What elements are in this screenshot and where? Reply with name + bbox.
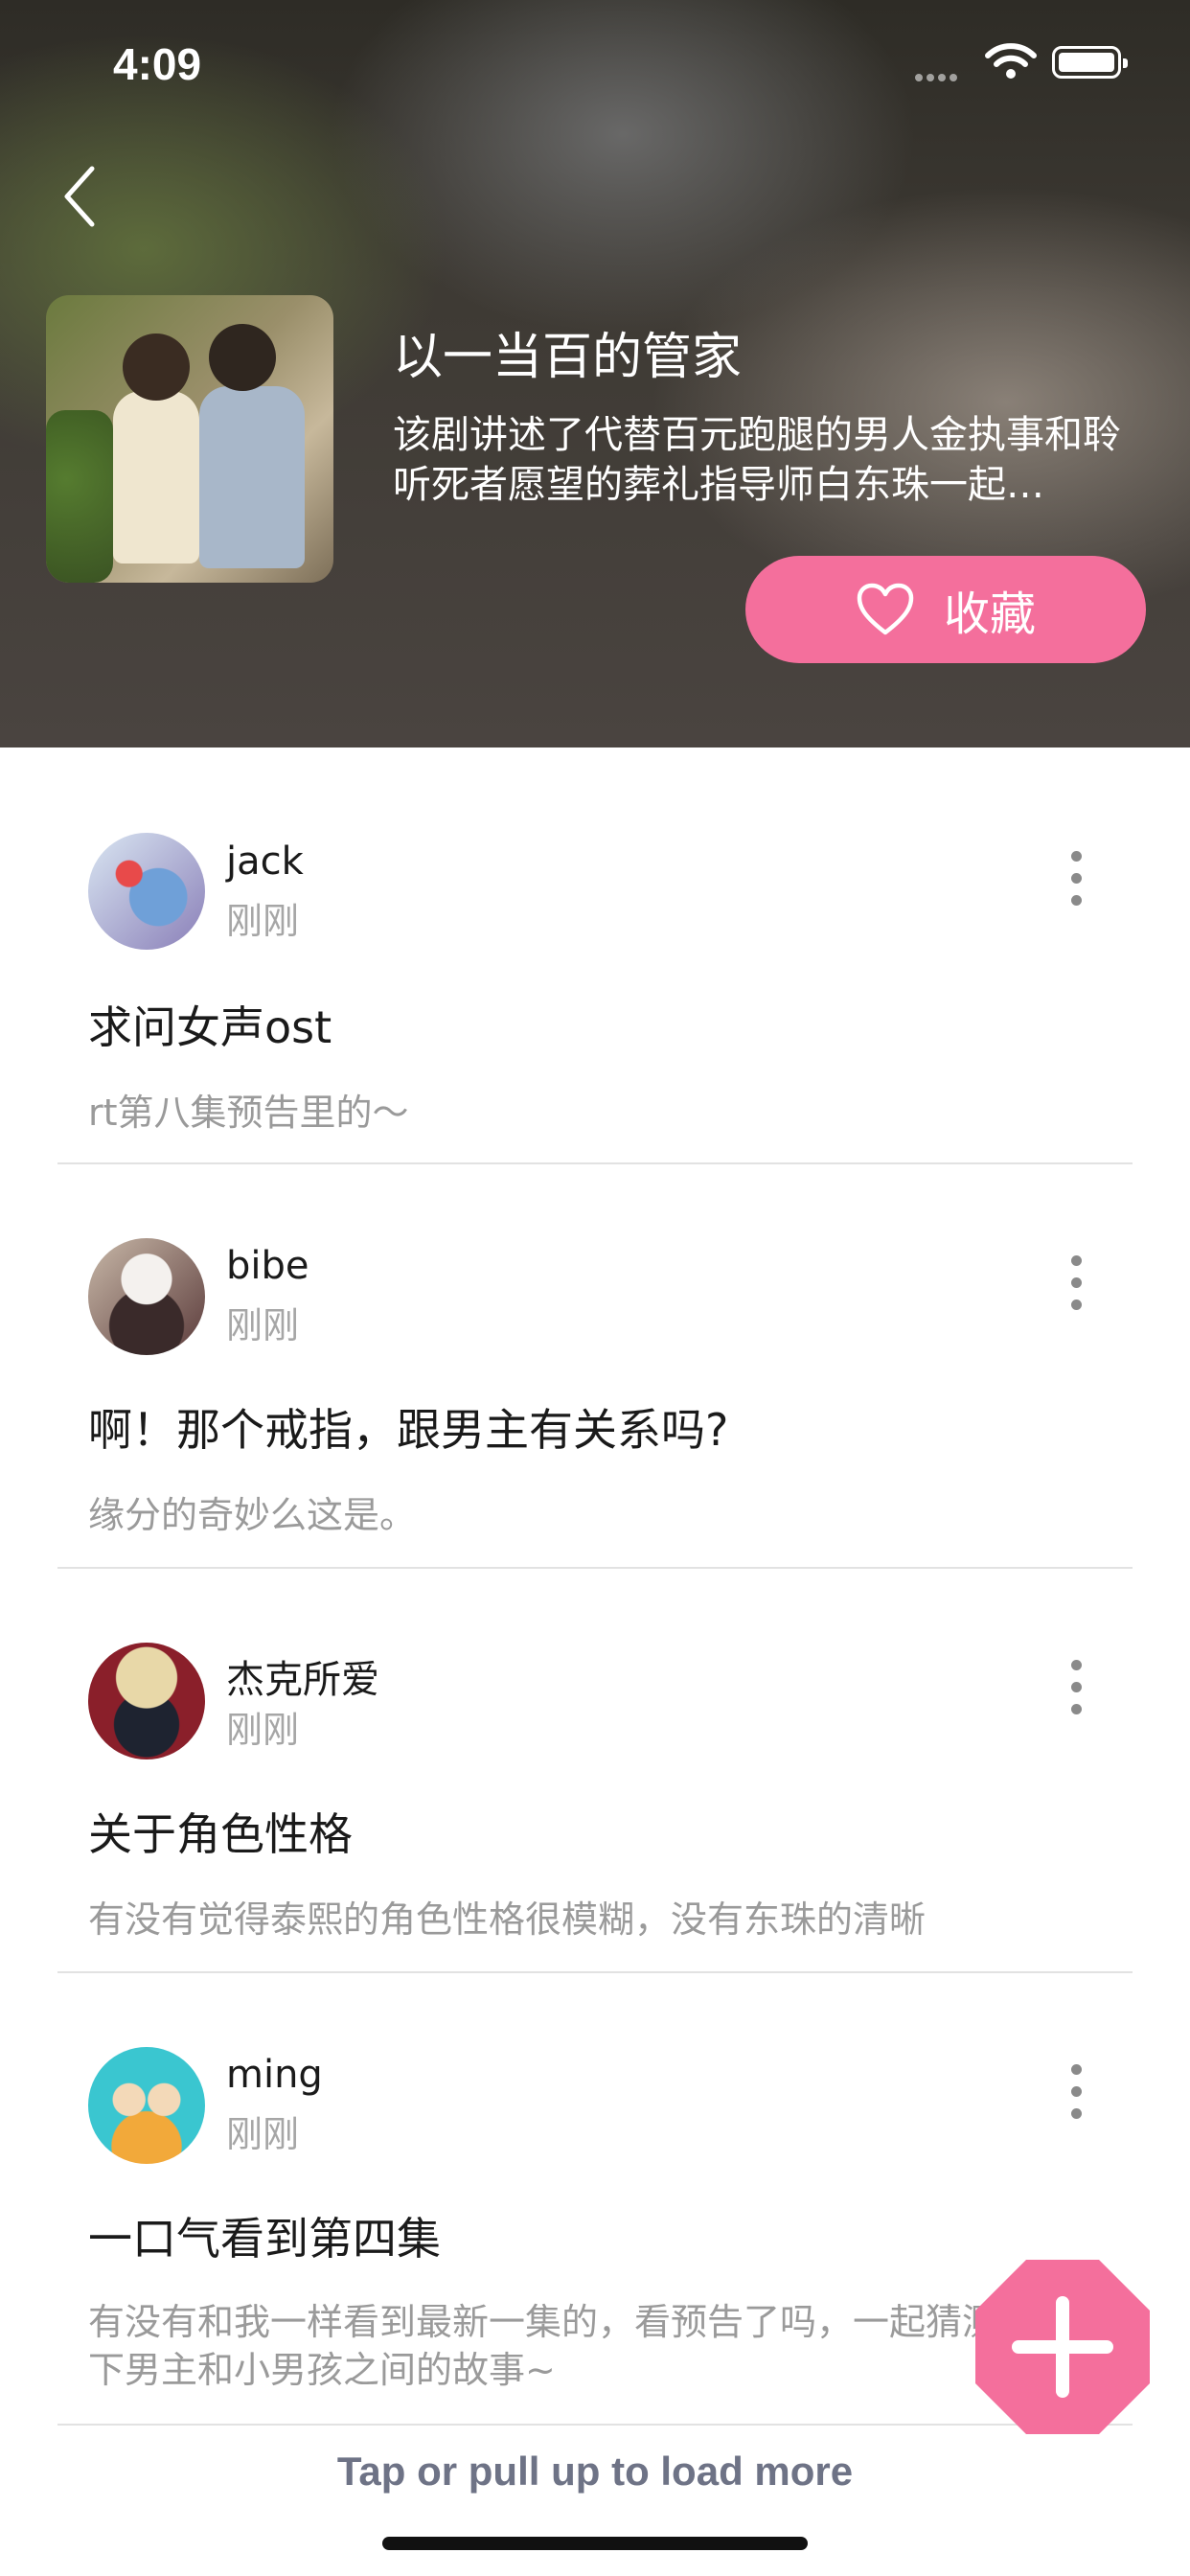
post-body: rt第八集预告里的～ [88,1092,409,1134]
avatar[interactable] [88,833,205,950]
drama-poster[interactable] [46,295,333,583]
divider [57,2424,1133,2426]
heart-icon [857,583,914,635]
avatar[interactable] [88,2047,205,2164]
post-time: 刚刚 [226,2113,300,2155]
username[interactable]: jack [226,840,304,884]
divider [57,1971,1133,1973]
add-post-button[interactable] [975,2260,1150,2434]
signal-icon [915,67,961,85]
battery-icon [1052,46,1128,79]
post-time: 刚刚 [226,900,300,942]
post-title: 求问女声ost [88,1001,332,1053]
post-title: 关于角色性格 [88,1808,353,1860]
post-title: 一口气看到第四集 [88,2213,441,2265]
favorite-button[interactable]: 收藏 [745,556,1146,663]
post-time: 刚刚 [226,1709,300,1751]
post-body: 缘分的奇妙么这是。 [88,1494,417,1536]
username[interactable]: 杰克所爱 [226,1648,379,1704]
wifi-icon [985,43,1037,79]
more-vertical-icon[interactable] [1062,1654,1090,1721]
post-item[interactable]: jack 刚刚 求问女声ost rt第八集预告里的～ [0,748,1190,1165]
divider [57,1162,1133,1164]
back-icon[interactable] [57,163,105,230]
username[interactable]: bibe [226,1244,309,1288]
post-item[interactable]: bibe 刚刚 啊！那个戒指，跟男主有关系吗? 缘分的奇妙么这是。 [0,1165,1190,1570]
more-vertical-icon[interactable] [1062,845,1090,912]
load-more-button[interactable]: Tap or pull up to load more [0,2449,1190,2495]
post-body: 有没有觉得泰熙的角色性格很模糊，没有东珠的清晰 [88,1898,927,1941]
status-time: 4:09 [113,39,202,89]
more-vertical-icon[interactable] [1062,1250,1090,1317]
drama-header: 4:09 以一当百的管家 该剧讲述了代替百元跑腿的男人金执事和聆听死者愿望的葬礼… [0,0,1190,748]
username[interactable]: ming [226,2053,323,2097]
home-indicator[interactable] [382,2537,808,2550]
favorite-label: 收藏 [943,587,1036,641]
divider [57,1567,1133,1569]
avatar[interactable] [88,1238,205,1355]
post-body: 有没有和我一样看到最新一集的，看预告了吗，一起猜测一下男主和小男孩之间的故事~ [88,2301,1036,2391]
post-title: 啊！那个戒指，跟男主有关系吗? [88,1404,729,1456]
post-time: 刚刚 [226,1304,300,1346]
post-item[interactable]: 杰克所爱 刚刚 关于角色性格 有没有觉得泰熙的角色性格很模糊，没有东珠的清晰 [0,1570,1190,1974]
drama-title: 以一当百的管家 [393,329,743,386]
more-vertical-icon[interactable] [1062,2058,1090,2126]
drama-description: 该剧讲述了代替百元跑腿的男人金执事和聆听死者愿望的葬礼指导师白东珠一起… [393,413,1121,507]
avatar[interactable] [88,1643,205,1760]
